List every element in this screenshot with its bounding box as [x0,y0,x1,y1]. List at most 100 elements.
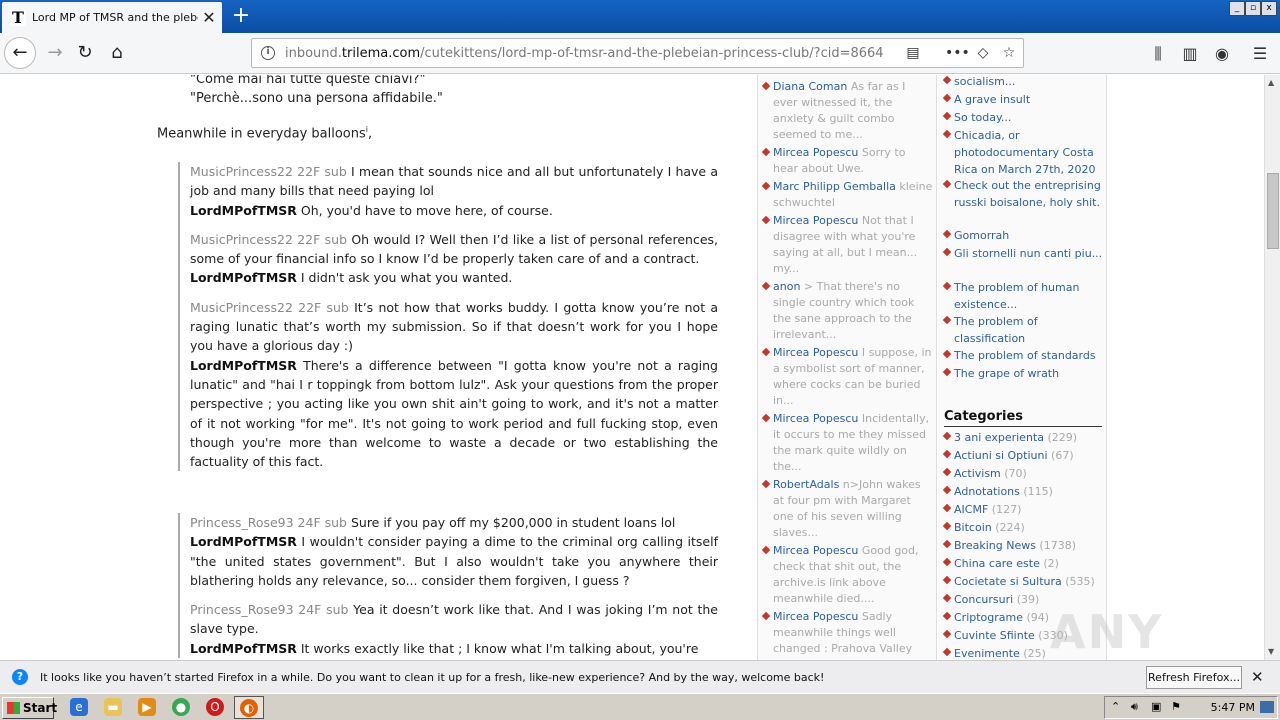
recent-comment[interactable]: Mircea Popescu Good god, check that shit… [761,543,933,607]
quote-line: "Perchè...sono una persona affidabile." [190,91,443,106]
tab-title: Lord MP of TMSR and the plebeian [32,11,198,24]
site-info-icon[interactable]: i [261,46,275,60]
dialogue-line: Princess_Rose93 24F sub Yea it doesn’t w… [190,602,719,637]
recent-post-link[interactable]: The problem of human existence... [942,279,1104,313]
username-link[interactable]: MusicPrincess22 22F sub [190,164,347,179]
dialogue-line: LordMPofTMSR I wouldn't consider paying … [190,534,718,588]
recent-post-link[interactable]: Gomorrah [942,227,1104,244]
category-link[interactable]: Activism (70) [942,465,1104,482]
notification-message: It looks like you haven’t started Firefo… [40,670,825,684]
nav-bar: ← → ↻ ⌂ i inbound.trilema.com/cutekitten… [0,33,1280,74]
category-link[interactable]: Cocietate si Sultura (535) [942,573,1104,590]
volume-icon[interactable]: 🔊︎ [1131,700,1138,714]
username-link[interactable]: MusicPrincess22 22F sub [190,300,349,315]
article-paragraph: Meanwhile in everyday balloonsi, [157,125,373,142]
system-tray: ⌃ 🔊︎ ▣ ⚑ 5:47 PM [1104,696,1278,719]
category-link[interactable]: 3 ani experienta (229) [942,429,1104,446]
scroll-down-icon[interactable]: ▼ [1268,647,1274,656]
folder-icon[interactable]: ▬ [104,698,122,716]
opera-icon[interactable]: O [206,698,224,716]
recent-posts-sidebar: socialism... A grave insult So today... … [938,75,1107,660]
categories-heading: Categories [944,409,1102,427]
recent-post-link[interactable]: Check out the entreprising russki boisal… [942,177,1104,211]
new-tab-button[interactable]: + [230,3,252,29]
home-icon[interactable]: ⌂ [102,38,132,68]
recent-post-link[interactable]: A grave insult [942,91,1104,108]
recent-comment[interactable]: Marc Philipp Gemballa kleine schwuchtel [761,179,933,211]
recent-comment[interactable]: Mircea Popescu I suppose, in a symbolist… [761,345,933,409]
recent-comment[interactable]: anon > That there's no single country wh… [761,279,933,343]
pocket-icon[interactable]: ◇ [974,45,992,61]
category-link[interactable]: Bitcoin (224) [942,519,1104,536]
scrollbar-thumb[interactable] [1267,173,1279,249]
chrome-icon[interactable]: ● [172,698,190,716]
dialogue-block: MusicPrincess22 22F sub I mean that soun… [178,162,718,472]
page-content: "Come mai hai tutte queste chiavi?" "Per… [0,75,1264,660]
category-link[interactable]: China care este (2) [942,555,1104,572]
dialogue-line: LordMPofTMSR I didn't ask you what you w… [190,270,513,286]
sidebar-icon[interactable]: ▥ [1180,44,1200,63]
recent-post-link[interactable]: So today... [942,109,1104,126]
recent-post-link[interactable]: Chicadia, or photodocumentary Costa Rica… [942,127,1104,178]
media-player-icon[interactable]: ▶ [138,698,156,716]
back-button[interactable]: ← [4,37,36,69]
tab-bar: T Lord MP of TMSR and the plebeian ✕ + _… [0,0,1280,33]
dialogue-line: MusicPrincess22 22F sub Oh would I? Well… [190,231,718,267]
recent-comment[interactable]: Mircea Popescu Sorry to hear about Uwe. [761,145,933,177]
start-button[interactable]: Start [2,697,57,719]
recent-post-link[interactable]: The problem of classification [942,313,1104,347]
recent-post-link[interactable]: socialism... [942,75,1104,90]
firefox-icon: ◐ [240,699,258,717]
show-desktop-icon[interactable] [1260,701,1274,713]
recent-comment[interactable]: Mircea Popescu Not that I disagree with … [761,213,933,277]
page-actions-icon[interactable]: ••• [945,45,970,61]
category-link[interactable]: AICMF (127) [942,501,1104,518]
recent-comment[interactable]: Mircea Popescu Incidentally, it occurs t… [761,411,933,475]
account-icon[interactable]: ◉ [1212,44,1232,63]
username-link[interactable]: Princess_Rose93 24F sub [190,515,347,530]
notification-bar: ? It looks like you haven’t started Fire… [0,660,1280,693]
question-icon: ? [12,669,28,685]
watermark: ANY RUN [1050,605,1165,660]
url-text[interactable]: inbound.trilema.com/cutekittens/lord-mp-… [285,46,885,61]
taskbar-firefox-button[interactable]: ◐ [234,696,264,719]
tab-close-icon[interactable]: ✕ [202,8,216,27]
category-link[interactable]: Breaking News (1738) [942,537,1104,554]
tab-active[interactable]: T Lord MP of TMSR and the plebeian ✕ [2,2,222,33]
forward-button[interactable]: → [40,38,70,68]
close-window-button[interactable]: x [1261,1,1277,16]
restore-button[interactable]: ▫ [1245,1,1261,16]
reader-view-icon[interactable]: ▤ [904,45,922,61]
scroll-up-icon[interactable]: ▲ [1268,78,1274,87]
clock: 5:47 PM [1210,701,1255,714]
vertical-scrollbar[interactable]: ▲ ▼ [1264,75,1280,660]
library-icon[interactable]: ⫼ [1148,44,1168,64]
recent-comment[interactable]: Mircea Popescu Sadly meanwhile things we… [761,609,933,657]
minimize-button[interactable]: _ [1229,1,1245,16]
recent-post-link[interactable]: Gli stornelli nun canti piu... [942,245,1104,262]
windows-logo-icon [7,702,20,714]
menu-icon[interactable]: ☰ [1250,44,1270,63]
recent-comment[interactable]: Diana Coman As far as I ever witnessed i… [761,79,933,143]
network-icon[interactable]: ▣ [1151,700,1161,713]
recent-comment[interactable]: RobertAdals n>John wakes at four pm with… [761,477,933,541]
recent-comments-sidebar: Diana Coman As far as I ever witnessed i… [757,75,937,660]
dialogue-line: LordMPofTMSR There's a difference betwee… [190,357,718,470]
tray-expand-icon[interactable]: ⌃ [1111,700,1120,713]
dialogue-line: LordMPofTMSR Oh, you'd have to move here… [190,202,553,218]
username-link[interactable]: MusicPrincess22 22F sub [190,232,347,247]
refresh-firefox-button[interactable]: Refresh Firefox... [1146,666,1242,689]
recent-post-link[interactable]: The problem of standards [942,347,1104,364]
ie-icon[interactable]: e [70,698,88,716]
category-link[interactable]: Adnotations (115) [942,483,1104,500]
close-notification-icon[interactable]: ✕ [1251,668,1264,686]
dialogue-line: MusicPrincess22 22F sub I mean that soun… [190,164,718,199]
bookmark-star-icon[interactable]: ☆ [1000,45,1018,61]
reload-button[interactable]: ↻ [70,38,100,68]
username-link[interactable]: Princess_Rose93 24F sub [190,602,348,617]
flag-icon[interactable]: ⚑ [1171,700,1181,713]
url-bar[interactable]: i inbound.trilema.com/cutekittens/lord-m… [251,38,1024,68]
dialogue-line: LordMPofTMSR It works exactly like that … [190,640,699,656]
category-link[interactable]: Actiuni si Optiuni (67) [942,447,1104,464]
recent-post-link[interactable]: The grape of wrath [942,365,1104,382]
